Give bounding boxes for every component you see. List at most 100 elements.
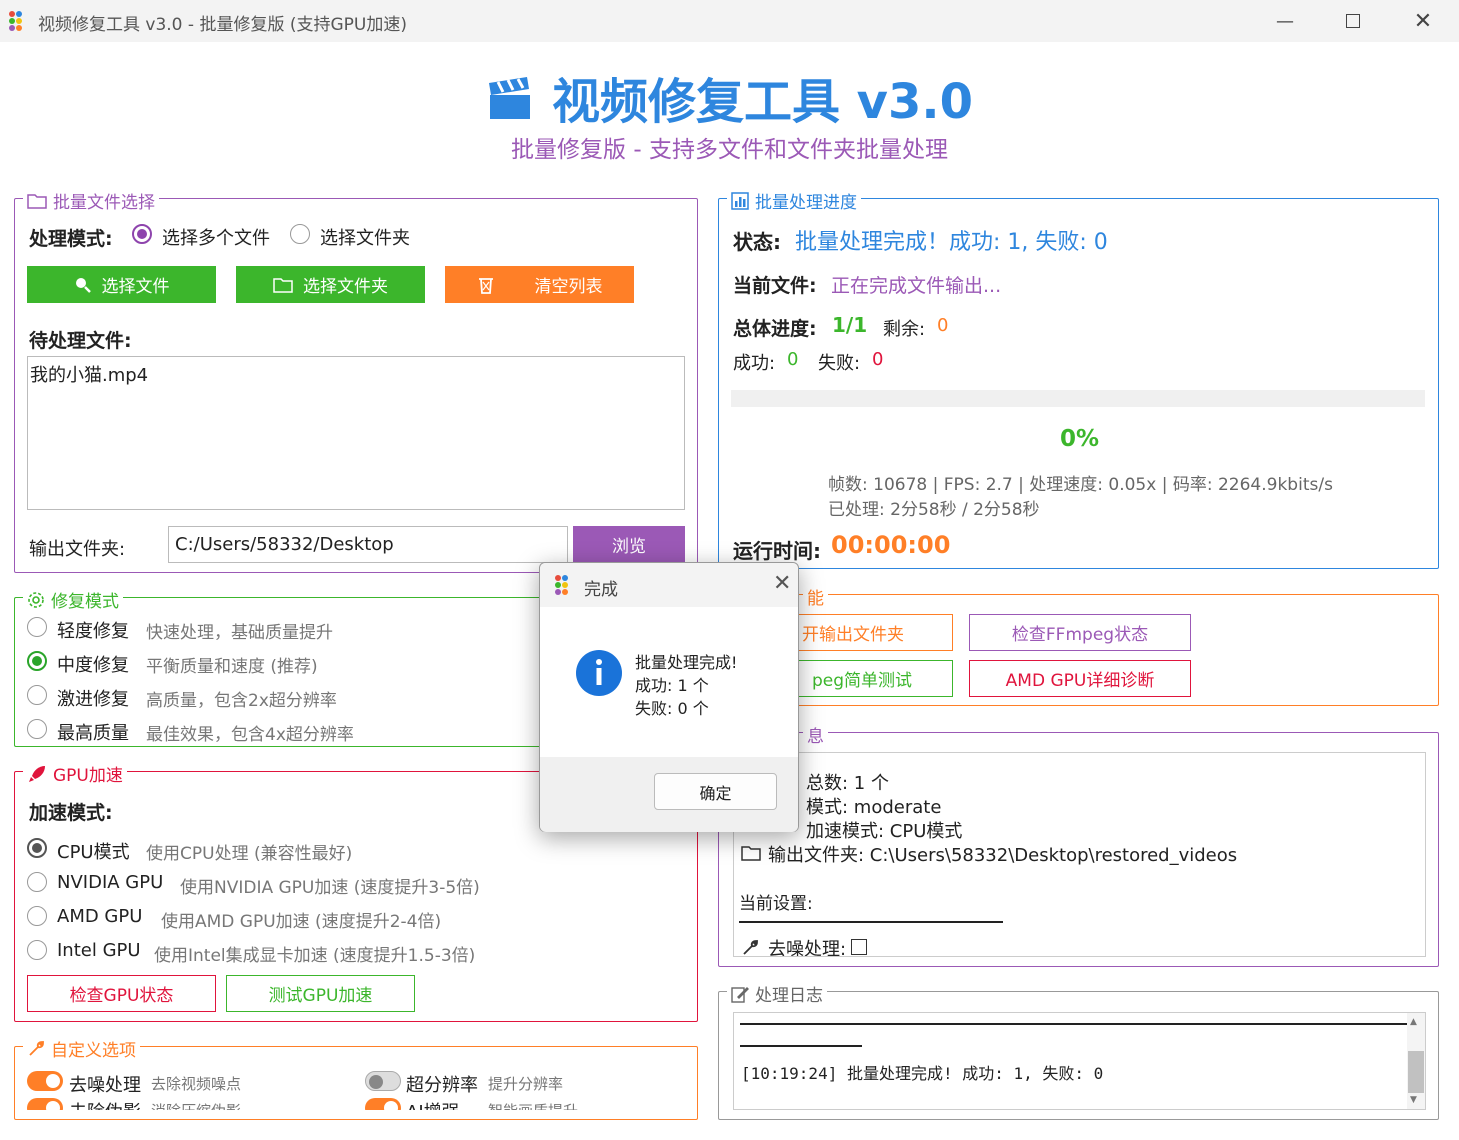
log-text-area[interactable]: [10:19:24] 批量处理完成! 成功: 1, 失败: 0 ▲ ▼: [733, 1012, 1426, 1110]
info-line: 总数: 1 个: [806, 773, 889, 794]
cpu-mode-label[interactable]: CPU模式: [57, 838, 130, 864]
cpu-mode-desc: 使用CPU处理 (兼容性最好): [146, 844, 353, 864]
deartifact-label: 去除伪影: [69, 1098, 141, 1110]
deartifact-desc: 消除压缩伪影: [151, 1100, 241, 1110]
output-folder-input[interactable]: [168, 526, 568, 563]
app-icon: [8, 10, 28, 31]
edit-log-icon: [731, 986, 749, 1003]
overall-progress-label: 总体进度:: [733, 318, 817, 340]
scroll-up-icon[interactable]: ▲: [1410, 1017, 1417, 1027]
radio-amd-gpu[interactable]: [27, 906, 47, 926]
tools-legend: 能: [803, 584, 828, 609]
current-file-label: 当前文件:: [733, 275, 817, 297]
ai-enhance-label: AI增强: [406, 1098, 460, 1110]
window-titlebar: 视频修复工具 v3.0 - 批量修复版 (支持GPU加速) — ✕: [0, 0, 1459, 42]
progress-percent: 0%: [1060, 426, 1100, 452]
test-gpu-button[interactable]: 测试GPU加速: [226, 975, 415, 1012]
search-icon: [75, 277, 91, 293]
divider: [739, 921, 1003, 923]
radio-moderate-repair[interactable]: [27, 651, 47, 671]
intel-gpu-label[interactable]: Intel GPU: [57, 940, 141, 961]
success-count-value: 0: [787, 349, 799, 370]
denoise-toggle[interactable]: [27, 1071, 63, 1091]
folder-icon: [273, 277, 293, 293]
maximize-button[interactable]: [1330, 6, 1376, 36]
gpu-legend: GPU加速: [23, 761, 127, 786]
stats-line: 帧数: 10678 | FPS: 2.7 | 处理速度: 0.05x | 码率:…: [828, 475, 1333, 495]
super-resolution-desc: 提升分辨率: [488, 1075, 564, 1093]
max-quality-label[interactable]: 最高质量: [57, 719, 129, 745]
custom-options-legend: 自定义选项: [23, 1036, 140, 1061]
dialog-header: 完成 ✕: [540, 563, 798, 607]
radio-aggressive-repair[interactable]: [27, 685, 47, 705]
settings-label: 当前设置:: [739, 894, 813, 914]
amd-gpu-label[interactable]: AMD GPU: [57, 906, 142, 927]
light-repair-label[interactable]: 轻度修复: [57, 617, 129, 643]
fail-count-label: 失败:: [818, 353, 861, 374]
app-heading: 视频修复工具 v3.0: [0, 62, 1459, 135]
radio-cpu-mode[interactable]: [27, 838, 47, 858]
info-line: 输出文件夹: C:\Users\58332\Desktop\restored_v…: [768, 845, 1238, 866]
dialog-close-icon[interactable]: ✕: [773, 571, 791, 596]
moderate-repair-label[interactable]: 中度修复: [57, 651, 129, 677]
check-ffmpeg-button[interactable]: 检查FFmpeg状态: [969, 614, 1191, 651]
minimize-button[interactable]: —: [1262, 6, 1308, 36]
ai-enhance-toggle[interactable]: [365, 1098, 401, 1110]
runtime-label: 运行时间:: [733, 539, 821, 563]
fail-count-value: 0: [872, 349, 884, 370]
radio-intel-gpu[interactable]: [27, 940, 47, 960]
clear-list-button[interactable]: 清空列表: [445, 266, 634, 303]
dialog-message-line: 失败: 0 个: [635, 699, 709, 718]
dialog-title: 完成: [584, 580, 618, 600]
radio-folder-label[interactable]: 选择文件夹: [320, 224, 410, 250]
aggressive-repair-label[interactable]: 激进修复: [57, 685, 129, 711]
radio-nvidia-gpu[interactable]: [27, 872, 47, 892]
info-text-area[interactable]: 总数: 1 个 模式: moderate 加速模式: CPU模式 输出文件夹: …: [733, 752, 1426, 957]
select-files-button[interactable]: 选择文件: [27, 266, 216, 303]
list-item[interactable]: 我的小猫.mp4: [30, 361, 148, 387]
deartifact-toggle[interactable]: [27, 1098, 63, 1110]
runtime-value: 00:00:00: [831, 531, 951, 559]
status-value: 批量处理完成！成功: 1, 失败: 0: [795, 230, 1108, 255]
app-heading-text: 视频修复工具 v3.0: [551, 74, 974, 130]
log-scrollbar[interactable]: ▲ ▼: [1407, 1013, 1425, 1109]
amd-gpu-desc: 使用AMD GPU加速 (速度提升2-4倍): [161, 912, 442, 932]
denoise-desc: 去除视频噪点: [151, 1075, 242, 1093]
current-file-value: 正在完成文件输出...: [831, 275, 1002, 297]
radio-max-quality[interactable]: [27, 719, 47, 739]
dialog-ok-button[interactable]: 确定: [654, 773, 777, 810]
aggressive-repair-desc: 高质量，包含2x超分辨率: [146, 691, 337, 711]
dialog-footer: 确定: [540, 757, 798, 832]
wrench-icon: [743, 939, 759, 955]
dialog-app-icon: [554, 574, 574, 595]
folder-icon: [27, 193, 47, 209]
browse-button[interactable]: 浏览: [573, 526, 685, 563]
radio-multiple-files-label[interactable]: 选择多个文件: [162, 224, 270, 250]
scrollbar-thumb[interactable]: [1408, 1051, 1424, 1093]
log-line: [10:19:24] 批量处理完成! 成功: 1, 失败: 0: [741, 1064, 1104, 1083]
divider: [740, 1023, 1408, 1025]
select-folder-button[interactable]: 选择文件夹: [236, 266, 425, 303]
checkbox-icon: [851, 939, 867, 955]
info-line: 模式: moderate: [806, 797, 942, 818]
radio-multiple-files[interactable]: [132, 224, 152, 244]
nvidia-gpu-label[interactable]: NVIDIA GPU: [57, 872, 163, 893]
intel-gpu-desc: 使用Intel集成显卡加速 (速度提升1.5-3倍): [154, 946, 476, 966]
clapperboard-icon: [486, 75, 534, 135]
close-window-button[interactable]: ✕: [1400, 6, 1446, 36]
radio-folder[interactable]: [290, 224, 310, 244]
amd-gpu-diagnose-button[interactable]: AMD GPU详细诊断: [969, 660, 1191, 697]
pending-files-list[interactable]: 我的小猫.mp4: [27, 356, 685, 510]
app-subtitle: 批量修复版 - 支持多文件和文件夹批量处理: [511, 137, 948, 163]
status-label: 状态:: [733, 230, 781, 254]
light-repair-desc: 快速处理，基础质量提升: [146, 623, 333, 643]
max-quality-desc: 最佳效果，包含4x超分辨率: [146, 725, 354, 745]
super-resolution-toggle[interactable]: [365, 1071, 401, 1091]
output-folder-label: 输出文件夹:: [29, 539, 126, 560]
radio-light-repair[interactable]: [27, 617, 47, 637]
scroll-down-icon[interactable]: ▼: [1410, 1095, 1417, 1105]
remaining-value: 0: [937, 315, 949, 336]
custom-options-scroll[interactable]: 去噪处理 去除视频噪点 超分辨率 提升分辨率 去除伪影 消除压缩伪影 AI增强 …: [22, 1062, 692, 1110]
info-line: 加速模式: CPU模式: [806, 821, 963, 842]
check-gpu-button[interactable]: 检查GPU状态: [27, 975, 216, 1012]
